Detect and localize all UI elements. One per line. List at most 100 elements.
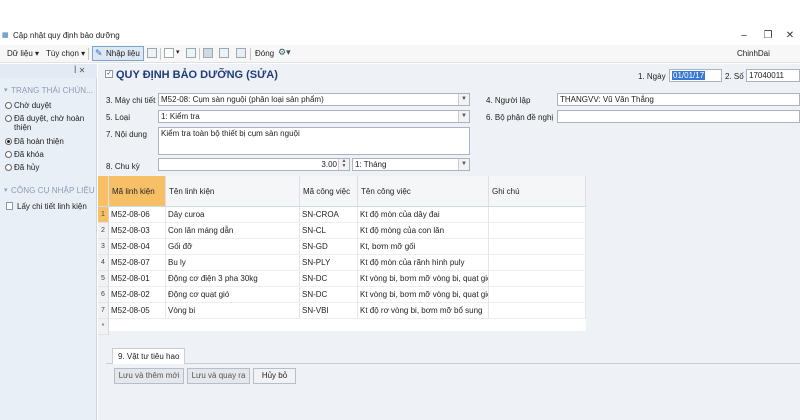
chevron-down-icon: ▼ [458, 159, 469, 170]
col-ma-cong-viec[interactable]: Mã công việc [300, 176, 358, 207]
cell-ten-cong-viec[interactable]: Kt vòng bi, bơm mỡ vòng bi, quạt gió [358, 271, 489, 287]
radio-cho-duyet[interactable] [5, 102, 12, 109]
cell-ma-linh-kien[interactable]: M52-08-07 [109, 255, 166, 271]
cell-ghi-chu[interactable] [489, 287, 586, 303]
nguoi-lap-select[interactable]: THANGVV: Vũ Văn Thắng [557, 93, 800, 106]
noi-dung-textarea[interactable]: Kiểm tra toàn bộ thiết bị cụm sàn nguội [158, 127, 470, 155]
row-number[interactable]: 3 [98, 239, 109, 255]
toolbar-separator [88, 48, 89, 60]
row-number[interactable]: 2 [98, 223, 109, 239]
radio-da-huy[interactable] [5, 164, 12, 171]
menu-du-lieu[interactable]: Dữ liệu ▾ [5, 47, 41, 61]
cell-ten-linh-kien[interactable]: Động cơ quạt gió [166, 287, 300, 303]
cell-ma-linh-kien[interactable]: M52-08-01 [109, 271, 166, 287]
tab-vat-tu-tieu-hao[interactable]: 9. Vật tư tiêu hao [112, 348, 186, 364]
user-name: ChinhDai [737, 49, 770, 58]
radio-da-khoa[interactable] [5, 151, 12, 158]
may-select[interactable]: M52-08: Cụm sàn nguội (phân loại sản phẩ… [158, 93, 470, 106]
row-number[interactable]: 6 [98, 287, 109, 303]
settings-icon[interactable]: ⚙▾ [278, 47, 291, 58]
cell-ghi-chu[interactable] [489, 239, 586, 255]
minimize-button[interactable]: – [732, 29, 756, 43]
new-row-marker[interactable]: * [98, 319, 109, 335]
save-and-new-button[interactable]: Lưu và thêm mới [114, 368, 184, 384]
cell-ma-cong-viec[interactable]: SN-GD [300, 239, 358, 255]
row-number[interactable]: 4 [98, 255, 109, 271]
may-label: 3. Máy chi tiết [106, 96, 156, 105]
cell-ma-linh-kien[interactable]: M52-08-02 [109, 287, 166, 303]
tool-get-parts[interactable]: Lấy chi tiết linh kiện [17, 202, 87, 211]
nhap-lieu-button[interactable]: ✎ Nhập liệu [92, 46, 144, 61]
col-ma-linh-kien[interactable]: Mã linh kiện [109, 176, 166, 207]
delete-icon[interactable] [186, 48, 196, 58]
cell-ma-cong-viec[interactable]: SN-CL [300, 223, 358, 239]
bo-phan-select[interactable] [557, 110, 800, 123]
menu-tuy-chon[interactable]: Tùy chọn ▾ [44, 47, 87, 61]
save-icon[interactable] [203, 48, 213, 58]
row-number[interactable]: 1 [98, 207, 109, 223]
collapse-icon[interactable]: ▾ [4, 86, 8, 94]
cell-ma-cong-viec[interactable]: SN-CROA [300, 207, 358, 223]
cell-ten-linh-kien[interactable]: Bu ly [166, 255, 300, 271]
col-ten-linh-kien[interactable]: Tên linh kiện [166, 176, 300, 207]
cell-ten-cong-viec[interactable]: Kt, bơm mỡ gối [358, 239, 489, 255]
left-panel: ꟾ ✕ ▾ TRẠNG THÁI CHÚN... Chờ duyệt Đã du… [0, 64, 97, 420]
radio-da-duyet[interactable] [5, 115, 12, 122]
collapse-icon[interactable]: ▾ [4, 186, 8, 194]
pin-close-icons[interactable]: ꟾ ✕ [74, 66, 85, 75]
close-button[interactable]: ✕ [778, 29, 800, 43]
new-icon[interactable] [164, 48, 174, 58]
cell-ten-cong-viec[interactable]: Kt độ mòn của dây đai [358, 207, 489, 223]
checkbox-icon: ✓ [105, 70, 113, 78]
cell-ma-cong-viec[interactable]: SN-VBI [300, 303, 358, 319]
loai-select[interactable]: 1: Kiểm tra ▼ [158, 110, 470, 123]
copy-icon[interactable] [147, 48, 157, 58]
left-panel-header: ꟾ ✕ [0, 64, 97, 78]
restore-button[interactable]: ❐ [756, 29, 780, 43]
cell-ma-cong-viec[interactable]: SN-PLY [300, 255, 358, 271]
cell-ghi-chu[interactable] [489, 271, 586, 287]
col-ten-cong-viec[interactable]: Tên công việc [358, 176, 489, 207]
grid-body: 1 M52-08-06 Dây curoa SN-CROA Kt độ mòn của … [98, 207, 586, 335]
grid-icon[interactable] [219, 48, 229, 58]
radio-da-hoan-thien[interactable] [5, 138, 12, 145]
cell-ten-linh-kien[interactable]: Dây curoa [166, 207, 300, 223]
report-icon[interactable] [236, 48, 246, 58]
cancel-button[interactable]: Hủy bỏ [253, 368, 296, 384]
cell-ma-linh-kien[interactable]: M52-08-05 [109, 303, 166, 319]
chu-ky-input[interactable]: 3.00 ▲ ▼ [158, 158, 350, 171]
cell-ghi-chu[interactable] [489, 303, 586, 319]
cell-ten-linh-kien[interactable]: Vòng bi [166, 303, 300, 319]
cell-ma-linh-kien[interactable]: M52-08-04 [109, 239, 166, 255]
row-number[interactable]: 5 [98, 271, 109, 287]
window-title: Cập nhật quy định bảo dưỡng [13, 31, 120, 40]
cell-ma-linh-kien[interactable]: M52-08-06 [109, 207, 166, 223]
chu-ky-unit-select[interactable]: 1: Tháng ▼ [352, 158, 470, 171]
cell-ten-cong-viec[interactable]: Kt độ rơ vòng bi, bơm mỡ bổ sung [358, 303, 489, 319]
edit-icon: ✎ [95, 48, 103, 58]
chevron-down-icon[interactable]: ▾ [176, 48, 180, 56]
toolbar: Dữ liệu ▾ Tùy chọn ▾ ✎ Nhập liệu ▾ Đóng … [0, 45, 800, 63]
noi-dung-label: 7. Nội dung [106, 130, 147, 139]
col-ghi-chu[interactable]: Ghi chú [489, 176, 586, 207]
cell-ghi-chu[interactable] [489, 223, 586, 239]
cell-ten-cong-viec[interactable]: Kt độ mòng của con lăn [358, 223, 489, 239]
cell-ten-cong-viec[interactable]: Kt vòng bi, bơm mỡ vòng bi, quạt gió [358, 287, 489, 303]
ngay-input[interactable]: 01/01/17 [669, 69, 722, 82]
cell-ma-linh-kien[interactable]: M52-08-03 [109, 223, 166, 239]
so-input[interactable]: 17040011 [746, 69, 800, 82]
cell-ten-linh-kien[interactable]: Con lăn máng dẫn [166, 223, 300, 239]
cell-ghi-chu[interactable] [489, 207, 586, 223]
cell-ma-cong-viec[interactable]: SN-DC [300, 287, 358, 303]
ngay-value: 01/01/17 [672, 71, 706, 80]
row-number[interactable]: 7 [98, 303, 109, 319]
cell-ten-cong-viec[interactable]: Kt độ mòn của rãnh hình puly [358, 255, 489, 271]
save-and-back-button[interactable]: Lưu và quay ra [187, 368, 250, 384]
dong-button[interactable]: Đóng [253, 47, 276, 61]
grid-corner [98, 176, 109, 207]
cell-ghi-chu[interactable] [489, 255, 586, 271]
cell-ma-cong-viec[interactable]: SN-DC [300, 271, 358, 287]
loai-label: 5. Loại [106, 113, 131, 122]
cell-ten-linh-kien[interactable]: Động cơ điện 3 pha 30kg [166, 271, 300, 287]
cell-ten-linh-kien[interactable]: Gối đỡ [166, 239, 300, 255]
